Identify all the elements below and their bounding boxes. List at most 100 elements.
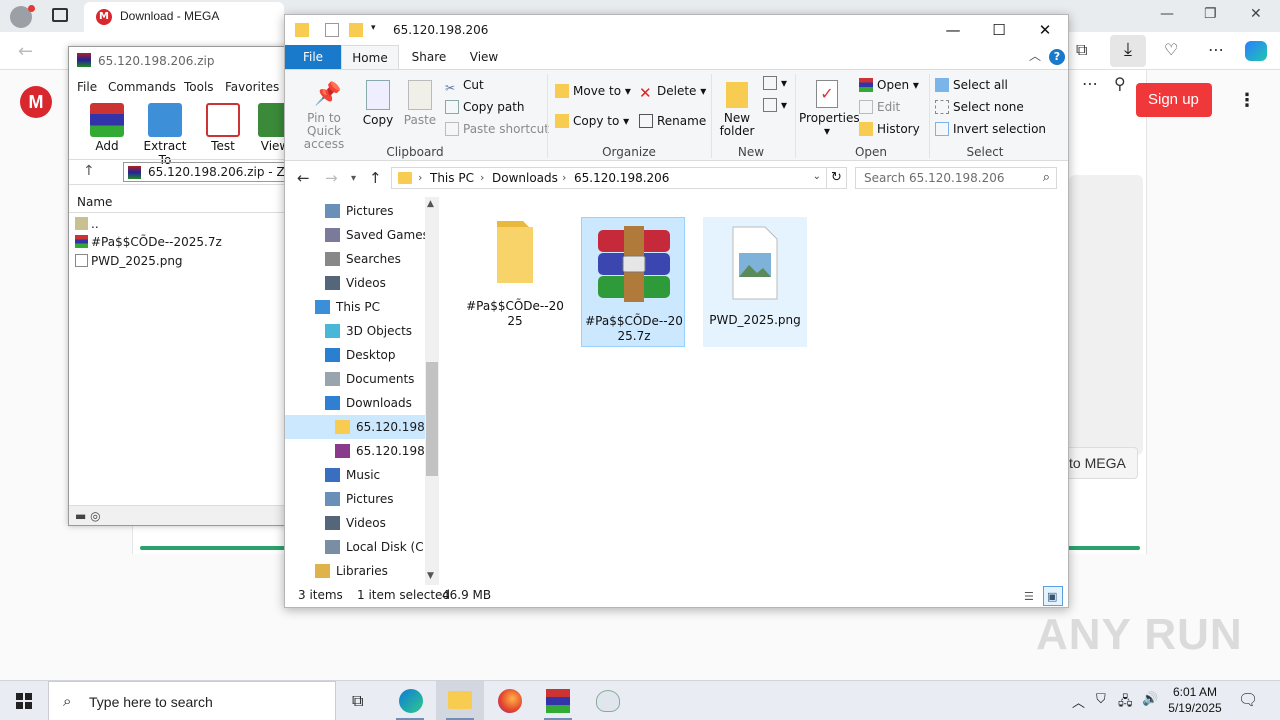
explorer-minimize-button[interactable]: — xyxy=(930,21,976,39)
collapse-ribbon-icon[interactable]: ︿ xyxy=(1029,47,1041,64)
taskbar-winrar[interactable] xyxy=(534,681,582,720)
tree-item[interactable]: Documents xyxy=(285,367,425,391)
copy-path-button[interactable]: Copy path xyxy=(445,98,525,116)
history-button[interactable]: History xyxy=(859,120,920,138)
open-button[interactable]: Open ▾ xyxy=(859,76,919,94)
delete-button[interactable]: ✕ Delete ▾ xyxy=(639,82,706,102)
pin-quick-access-button[interactable]: 📌 Pin to Quick access xyxy=(291,74,357,151)
large-icons-view-button[interactable]: ▣ xyxy=(1043,586,1063,606)
tab-share[interactable]: Share xyxy=(403,45,455,69)
winrar-add-button[interactable]: Add xyxy=(81,99,133,155)
show-hidden-icons[interactable]: ︿ xyxy=(1072,692,1085,711)
tree-item[interactable]: Music xyxy=(285,463,425,487)
winrar-extract-button[interactable]: Extract To xyxy=(139,99,191,167)
tree-item[interactable]: Saved Games xyxy=(285,223,425,247)
winrar-menu-file[interactable]: File xyxy=(77,80,97,94)
taskbar-firefox[interactable] xyxy=(486,681,534,720)
winrar-address-field[interactable]: 65.120.198.206.zip - ZIP ar xyxy=(123,162,287,182)
network-icon[interactable]: 🖧 xyxy=(1118,692,1133,714)
winrar-menu-tools[interactable]: Tools xyxy=(184,80,214,94)
select-all-button[interactable]: Select all xyxy=(935,76,1008,94)
address-bar[interactable]: › This PC › Downloads › 65.120.198.206 ⌄ xyxy=(391,167,827,189)
mega-pin-icon[interactable]: ⚲ xyxy=(1114,74,1126,93)
browser-back-button[interactable]: ← xyxy=(18,41,33,62)
address-dropdown-icon[interactable]: ⌄ xyxy=(813,171,821,182)
taskbar-search-box[interactable]: ⌕ Type here to search xyxy=(48,681,336,720)
taskbar-file-explorer[interactable] xyxy=(436,681,484,720)
task-view-button[interactable]: ⧉ xyxy=(336,681,384,720)
tree-item[interactable]: Pictures xyxy=(285,487,425,511)
copy-button[interactable]: Copy xyxy=(359,74,397,127)
edit-button[interactable]: Edit xyxy=(859,98,900,116)
details-view-button[interactable]: ☰ xyxy=(1021,586,1041,606)
browser-close-button[interactable]: ✕ xyxy=(1250,6,1262,22)
settings-more-icon[interactable]: ⋯ xyxy=(1208,40,1224,59)
up-arrow-icon[interactable]: ↑ xyxy=(369,169,382,187)
copilot-icon[interactable] xyxy=(1245,41,1267,61)
tree-item[interactable]: 3D Objects xyxy=(285,319,425,343)
winrar-row-parent[interactable]: .. xyxy=(75,217,285,235)
tree-item[interactable]: This PC xyxy=(285,295,425,319)
tab-file[interactable]: File xyxy=(285,45,341,69)
scroll-down-icon[interactable]: ▼ xyxy=(427,571,434,581)
search-input[interactable]: Search 65.120.198.206 ⌕ xyxy=(855,167,1057,189)
taskbar-paint[interactable] xyxy=(584,681,632,720)
collections-icon[interactable]: ⧉ xyxy=(1076,40,1087,60)
navigation-pane-scrollbar[interactable]: ▲ ▼ xyxy=(425,197,439,585)
mega-logo-icon[interactable]: M xyxy=(20,86,52,118)
breadcrumb-current-folder[interactable]: 65.120.198.206 xyxy=(574,171,669,185)
tree-item[interactable]: Downloads xyxy=(285,391,425,415)
tree-item[interactable]: 65.120.198.20 xyxy=(285,439,425,463)
winrar-row-png[interactable]: PWD_2025.png xyxy=(75,254,285,272)
scrollbar-thumb[interactable] xyxy=(426,362,438,476)
winrar-menu-favorites[interactable]: Favorites xyxy=(225,80,279,94)
mega-more-icon[interactable]: ⋯ xyxy=(1082,74,1098,93)
browser-minimize-button[interactable]: — xyxy=(1160,6,1174,22)
scroll-up-icon[interactable]: ▲ xyxy=(427,199,434,209)
select-none-button[interactable]: Select none xyxy=(935,98,1024,116)
tab-home[interactable]: Home xyxy=(341,45,399,69)
move-to-button[interactable]: Move to ▾ xyxy=(555,82,631,100)
new-item-button[interactable]: ▾ xyxy=(763,74,787,92)
winrar-view-button[interactable]: View xyxy=(249,99,287,155)
paste-button[interactable]: Paste xyxy=(401,74,439,127)
winrar-up-arrow-icon[interactable]: ↑ xyxy=(83,163,95,179)
start-button[interactable] xyxy=(0,681,48,720)
tree-item[interactable]: Desktop xyxy=(285,343,425,367)
tree-item[interactable]: Libraries xyxy=(285,559,425,583)
copy-to-button[interactable]: Copy to ▾ xyxy=(555,112,629,130)
notifications-icon[interactable]: 🗨 xyxy=(1238,690,1258,709)
tab-actions-icon[interactable] xyxy=(52,8,68,22)
save-to-mega-button[interactable]: to MEGA xyxy=(1060,447,1138,479)
winrar-menu-commands[interactable]: Commands xyxy=(108,80,176,94)
tree-item[interactable]: Pictures xyxy=(285,199,425,223)
browser-essentials-icon[interactable]: ♡ xyxy=(1164,40,1178,59)
properties-quick-icon[interactable] xyxy=(325,23,339,37)
browser-tab-mega[interactable]: M Download - MEGA xyxy=(84,2,284,32)
tree-item[interactable]: Videos xyxy=(285,271,425,295)
invert-selection-button[interactable]: Invert selection xyxy=(935,120,1046,138)
breadcrumb-downloads[interactable]: Downloads xyxy=(492,171,558,185)
taskbar-edge[interactable] xyxy=(386,681,434,720)
forward-arrow-icon[interactable]: → xyxy=(325,169,338,187)
explorer-title-bar[interactable]: ▾ 65.120.198.206 — ☐ ✕ xyxy=(285,15,1068,45)
new-folder-quick-icon[interactable] xyxy=(349,23,363,37)
security-tray-icon[interactable]: ⛉ xyxy=(1096,692,1106,707)
file-item-png[interactable]: PWD_2025.png xyxy=(703,217,807,347)
explorer-maximize-button[interactable]: ☐ xyxy=(976,21,1022,39)
properties-button[interactable]: ✓ Properties ▾ xyxy=(799,74,860,138)
quick-access-dropdown-icon[interactable]: ▾ xyxy=(371,23,376,33)
recent-locations-icon[interactable]: ▾ xyxy=(351,173,356,184)
tab-view[interactable]: View xyxy=(457,45,511,69)
winrar-column-header[interactable]: Name xyxy=(69,191,287,213)
signup-button[interactable]: Sign up xyxy=(1136,83,1212,117)
easy-access-button[interactable]: ▾ xyxy=(763,96,787,114)
refresh-button[interactable]: ↻ xyxy=(827,167,847,189)
tree-item[interactable]: 65.120.198.20 xyxy=(285,415,425,439)
tree-item[interactable]: Local Disk (C:) xyxy=(285,535,425,559)
new-folder-button[interactable]: New folder xyxy=(715,74,759,138)
paste-shortcut-button[interactable]: Paste shortcut xyxy=(445,120,549,138)
tree-item[interactable]: Videos xyxy=(285,511,425,535)
browser-restore-button[interactable]: ❐ xyxy=(1204,6,1217,22)
winrar-row-archive[interactable]: #Pa$$CÕⅮe--2025.7z xyxy=(75,235,285,253)
